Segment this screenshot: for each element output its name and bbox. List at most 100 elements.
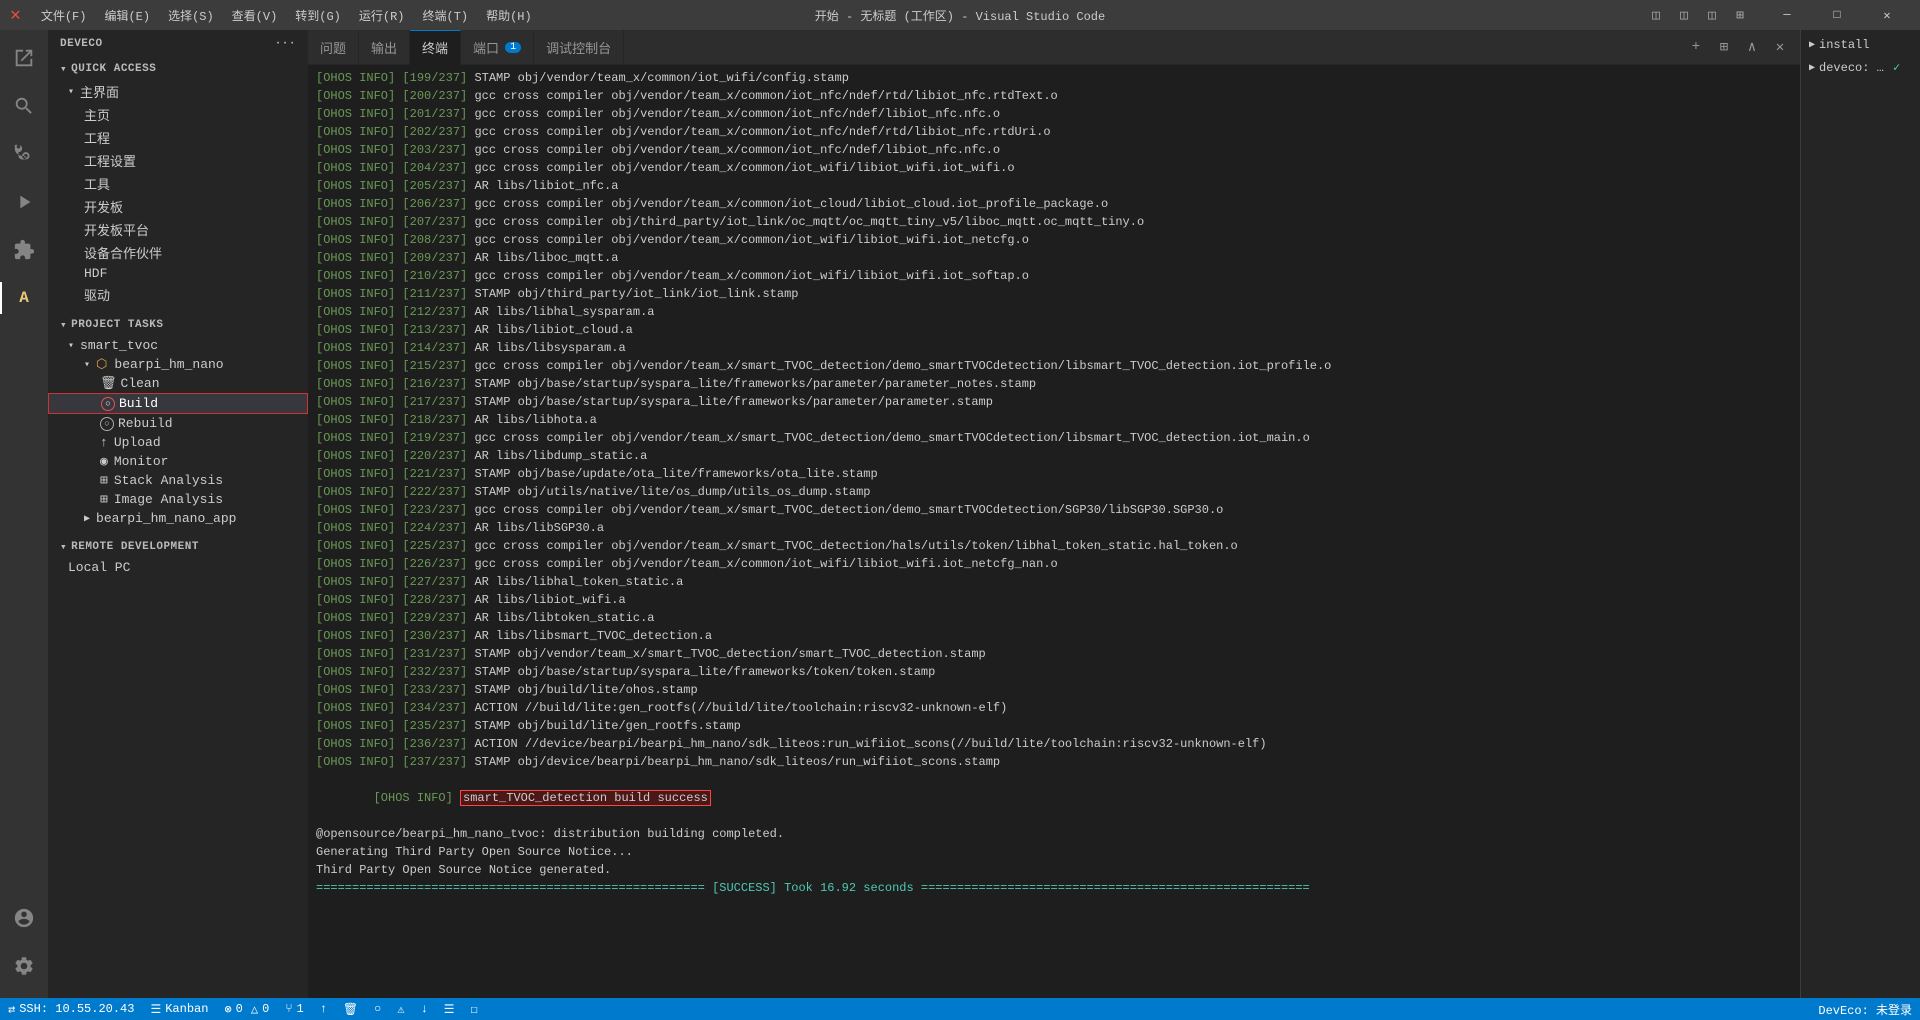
terminal-line: [OHOS INFO] [226/237] gcc cross compiler… — [316, 555, 1792, 573]
status-trash[interactable]: 🗑 — [335, 998, 366, 1020]
editor-content: 问题 输出 终端 端口 1 调试控制台 + ⊞ ∧ ✕ [OHOS INFO] … — [308, 30, 1800, 998]
sidebar-task-image-analysis[interactable]: ⊞ Image Analysis — [48, 490, 308, 509]
terminal-line: [OHOS INFO] [204/237] gcc cross compiler… — [316, 159, 1792, 177]
tab-ports[interactable]: 端口 1 — [461, 30, 534, 65]
alert-icon: ⚠ — [397, 1002, 404, 1017]
terminal-line: [OHOS INFO] [221/237] STAMP obj/base/upd… — [316, 465, 1792, 483]
menu-help[interactable]: 帮助(H) — [478, 5, 540, 26]
sidebar-item-devboard[interactable]: 开发板 — [48, 195, 308, 218]
right-panel-deveco[interactable]: ▶ deveco: ... ✓ — [1801, 56, 1920, 79]
terminal-line: [OHOS INFO] [237/237] STAMP obj/device/b… — [316, 753, 1792, 771]
sidebar-task-monitor[interactable]: ◉ Monitor — [48, 452, 308, 471]
status-sync[interactable]: ↑ — [312, 998, 335, 1020]
sidebar-item-project[interactable]: 工程 — [48, 126, 308, 149]
terminal-line: [OHOS INFO] [232/237] STAMP obj/base/sta… — [316, 663, 1792, 681]
activity-deveco[interactable]: A — [0, 274, 48, 322]
sidebar-menu-icon[interactable]: ··· — [275, 38, 296, 50]
quick-access-section[interactable]: ▾ QUICK ACCESS — [48, 58, 308, 80]
sidebar-task-rebuild[interactable]: ○ Rebuild — [48, 414, 308, 433]
sidebar-task-build[interactable]: ○ Build — [48, 393, 308, 414]
sidebar-item-homepage[interactable]: 主页 — [48, 103, 308, 126]
smart-tvoc-caret: ▾ — [68, 340, 74, 352]
circle-status-icon: ○ — [374, 1002, 381, 1016]
sidebar-item-driver[interactable]: 驱动 — [48, 283, 308, 306]
status-bar: ⇄ SSH: 10.55.20.43 ☰ Kanban ⊗ 0 △ 0 ⑂ 1 … — [0, 998, 1920, 1020]
sidebar-item-device-partner[interactable]: 设备合作伙伴 — [48, 241, 308, 264]
panel-close-button[interactable]: ✕ — [1768, 35, 1792, 59]
quick-access-caret: ▾ — [60, 62, 67, 76]
sidebar-task-upload[interactable]: ↑ Upload — [48, 433, 308, 452]
sidebar-item-devboard-platform[interactable]: 开发板平台 — [48, 218, 308, 241]
sidebar-project-smart-tvoc[interactable]: ▾ smart_tvoc — [48, 336, 308, 355]
menu-terminal[interactable]: 终端(T) — [415, 5, 477, 26]
terminal-line: [OHOS INFO] [219/237] gcc cross compiler… — [316, 429, 1792, 447]
terminal-notice-1: Generating Third Party Open Source Notic… — [316, 843, 1792, 861]
menu-edit[interactable]: 编辑(E) — [96, 5, 158, 26]
customize-layout-icon[interactable]: ⊞ — [1728, 3, 1752, 27]
sidebar: DEVECO ··· ▾ QUICK ACCESS ▾ 主界面 主页 工程 工程… — [48, 30, 308, 998]
activity-account[interactable] — [0, 894, 48, 942]
tab-problems[interactable]: 问题 — [308, 30, 359, 65]
sidebar-item-project-settings[interactable]: 工程设置 — [48, 149, 308, 172]
status-kanban[interactable]: ☰ Kanban — [142, 998, 216, 1020]
menu-select[interactable]: 选择(S) — [160, 5, 222, 26]
status-box[interactable]: ☐ — [463, 998, 486, 1020]
status-list[interactable]: ☰ — [436, 998, 463, 1020]
tab-debug-console[interactable]: 调试控制台 — [534, 30, 624, 65]
menu-view[interactable]: 查看(V) — [224, 5, 286, 26]
status-download[interactable]: ↓ — [413, 998, 436, 1020]
sidebar-local-pc[interactable]: Local PC — [48, 558, 308, 577]
image-analysis-icon: ⊞ — [100, 492, 108, 507]
menu-goto[interactable]: 转到(G) — [287, 5, 349, 26]
sidebar-main-menu[interactable]: ▾ 主界面 — [48, 80, 308, 103]
layout-sidebar-icon[interactable]: ◫ — [1644, 3, 1668, 27]
sidebar-task-clean[interactable]: 🗑 Clean — [48, 374, 308, 393]
maximize-button[interactable]: □ — [1814, 0, 1860, 30]
activity-settings[interactable] — [0, 942, 48, 990]
terminal-output[interactable]: [OHOS INFO] [199/237] STAMP obj/vendor/t… — [308, 65, 1800, 998]
right-panel-install[interactable]: ▶ install — [1801, 34, 1920, 56]
menu-run[interactable]: 运行(R) — [351, 5, 413, 26]
panel-up-button[interactable]: ∧ — [1740, 35, 1764, 59]
layout-panel-icon[interactable]: ◫ — [1672, 3, 1696, 27]
remote-dev-caret: ▾ — [60, 540, 67, 554]
status-errors[interactable]: ⊗ 0 △ 0 — [216, 998, 277, 1020]
terminal-line: [OHOS INFO] [236/237] ACTION //device/be… — [316, 735, 1792, 753]
activity-run[interactable] — [0, 178, 48, 226]
status-ssh[interactable]: ⇄ SSH: 10.55.20.43 — [0, 998, 142, 1020]
remote-dev-section[interactable]: ▾ REMOTE DEVELOPMENT — [48, 536, 308, 558]
activity-scm[interactable] — [0, 130, 48, 178]
tab-terminal[interactable]: 终端 — [410, 30, 461, 65]
menu-file[interactable]: 文件(F) — [33, 5, 95, 26]
status-deveco[interactable]: DevEco: 未登录 — [1810, 1001, 1920, 1018]
status-circle[interactable]: ○ — [366, 998, 389, 1020]
panel-layout-button[interactable]: ⊞ — [1712, 35, 1736, 59]
monitor-icon: ◉ — [100, 454, 108, 469]
add-terminal-button[interactable]: + — [1684, 35, 1708, 59]
layout-grid-icon[interactable]: ◫ — [1700, 3, 1724, 27]
sidebar-bearpi-app[interactable]: ▶ bearpi_hm_nano_app — [48, 509, 308, 528]
project-tasks-section[interactable]: ▾ PROJECT TASKS — [48, 314, 308, 336]
download-icon: ↓ — [421, 1002, 428, 1016]
upload-icon: ↑ — [100, 435, 108, 450]
terminal-line: [OHOS INFO] [227/237] AR libs/libhal_tok… — [316, 573, 1792, 591]
sidebar-task-stack-analysis[interactable]: ⊞ Stack Analysis — [48, 471, 308, 490]
tab-output[interactable]: 输出 — [359, 30, 410, 65]
activity-explorer[interactable] — [0, 34, 48, 82]
status-alert[interactable]: ⚠ — [389, 998, 412, 1020]
sidebar-device-bearpi[interactable]: ▾ ⬡ bearpi_hm_nano — [48, 355, 308, 374]
terminal-line: [OHOS INFO] [230/237] AR libs/libsmart_T… — [316, 627, 1792, 645]
terminal-success-line: [OHOS INFO] smart_TVOC_detection build s… — [316, 771, 1792, 825]
terminal-line: [OHOS INFO] [210/237] gcc cross compiler… — [316, 267, 1792, 285]
minimize-button[interactable]: ─ — [1764, 0, 1810, 30]
terminal-line: [OHOS INFO] [212/237] AR libs/libhal_sys… — [316, 303, 1792, 321]
kanban-icon: ☰ — [150, 1002, 161, 1017]
status-branch[interactable]: ⑂ 1 — [277, 998, 311, 1020]
sidebar-item-hdf[interactable]: HDF — [48, 264, 308, 283]
close-button[interactable]: ✕ — [1864, 0, 1910, 30]
terminal-line: [OHOS INFO] [201/237] gcc cross compiler… — [316, 105, 1792, 123]
terminal-line: [OHOS INFO] [220/237] AR libs/libdump_st… — [316, 447, 1792, 465]
activity-extensions[interactable] — [0, 226, 48, 274]
sidebar-item-tools[interactable]: 工具 — [48, 172, 308, 195]
activity-search[interactable] — [0, 82, 48, 130]
